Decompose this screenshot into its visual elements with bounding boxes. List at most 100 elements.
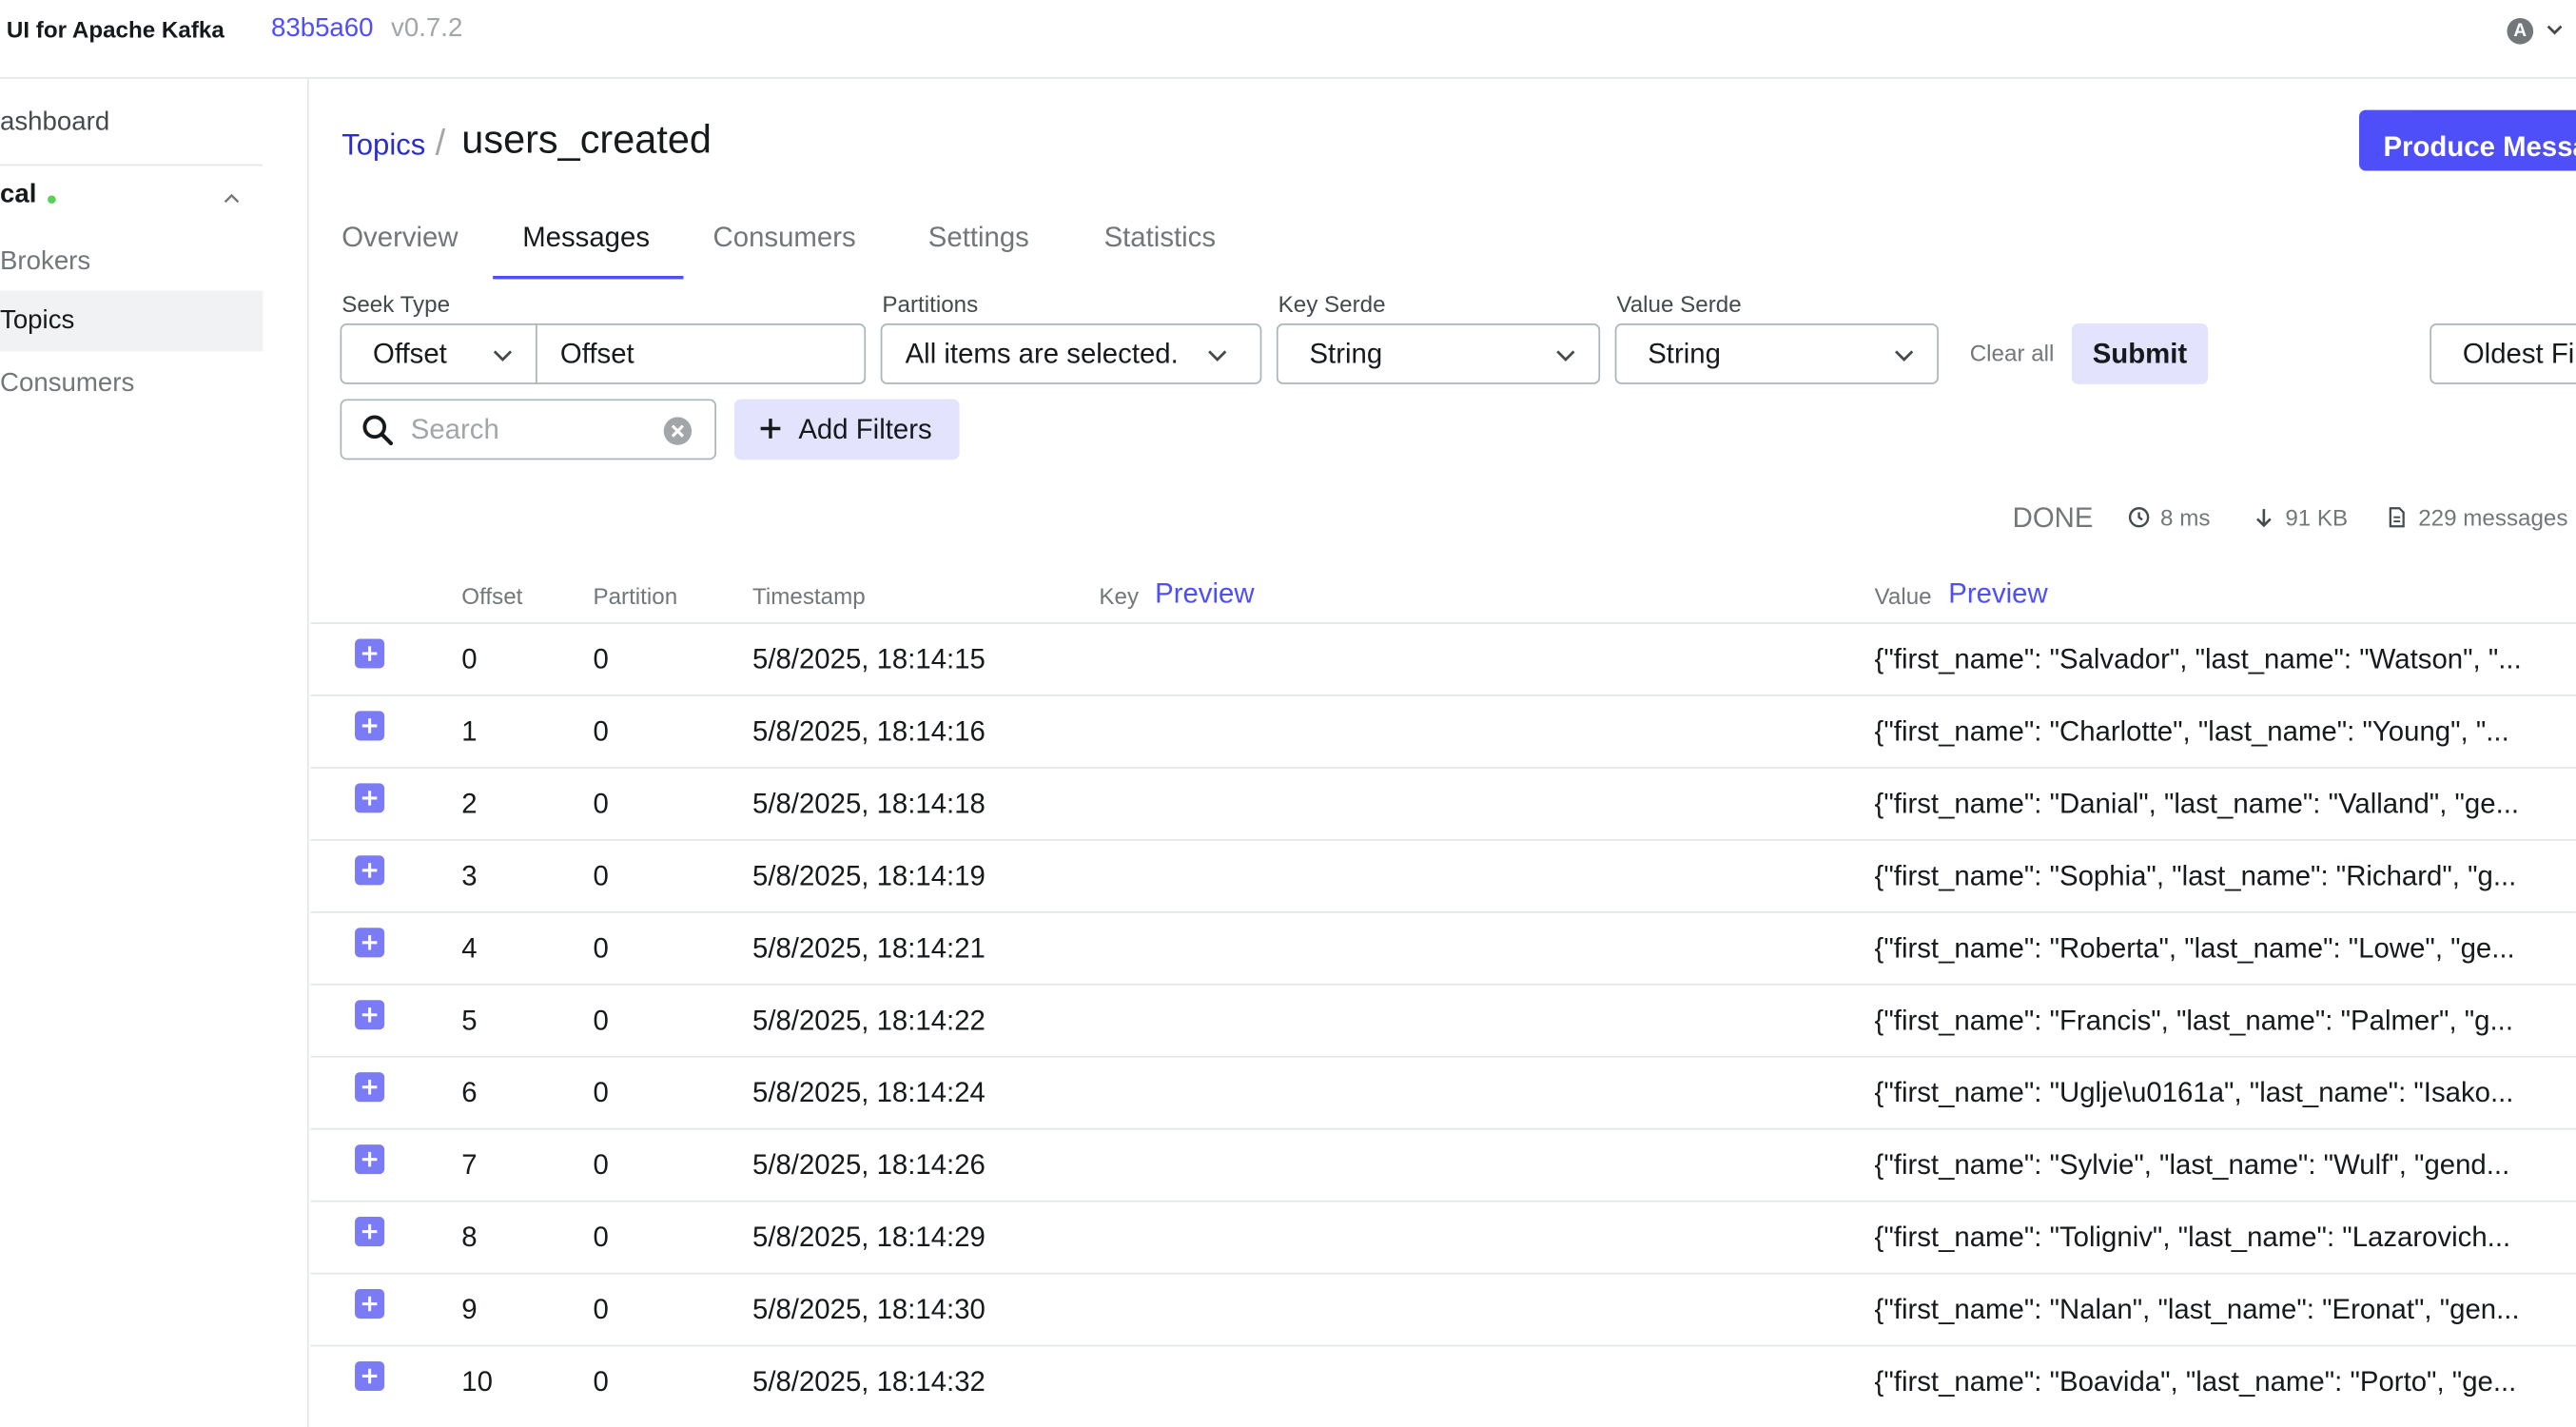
chevron-down-icon (493, 350, 513, 362)
table-row[interactable]: 0 0 5/8/2025, 18:14:15 {"first_name": "Salv… (310, 622, 2576, 694)
sidebar: ashboard cal Brokers Topics Consumers (0, 78, 309, 1427)
partitions-value: All items are selected. (905, 338, 1179, 370)
cell-partition: 0 (593, 1149, 609, 1182)
expand-row-button[interactable] (355, 638, 385, 669)
cell-partition: 0 (593, 932, 609, 965)
cell-timestamp: 5/8/2025, 18:14:15 (751, 643, 986, 675)
chevron-down-icon[interactable] (2543, 18, 2566, 41)
key-serde-label: Key Serde (1278, 290, 1386, 318)
cell-value: {"first_name": "Sylvie", "last_name": "W… (1874, 1149, 2510, 1182)
expand-row-button[interactable] (355, 855, 385, 886)
cell-value: {"first_name": "Nalan", "last_name": "Er… (1874, 1294, 2520, 1325)
app-title[interactable]: UI for Apache Kafka (7, 16, 224, 43)
sidebar-item-consumers[interactable]: Consumers (0, 353, 263, 414)
breadcrumb-topics-link[interactable]: Topics (342, 128, 425, 163)
cell-offset: 7 (461, 1149, 478, 1182)
plus-icon (361, 1296, 378, 1312)
table-row[interactable]: 1 0 5/8/2025, 18:14:16 {"first_name": "Char… (310, 694, 2576, 767)
search-placeholder: Search (410, 413, 499, 445)
value-serde-select[interactable]: String (1614, 323, 1939, 384)
cell-timestamp: 5/8/2025, 18:14:24 (751, 1077, 986, 1109)
expand-row-button[interactable] (355, 1144, 385, 1175)
expand-row-button[interactable] (355, 783, 385, 813)
order-select[interactable]: Oldest First (2430, 323, 2576, 384)
cell-offset: 0 (461, 643, 478, 675)
version-commit-link[interactable]: 83b5a60 (271, 15, 374, 45)
cell-partition: 0 (593, 788, 609, 820)
chevron-down-icon (1556, 350, 1575, 362)
expand-row-button[interactable] (355, 711, 385, 741)
seek-type-select[interactable]: Offset (340, 323, 537, 384)
cell-partition: 0 (593, 1366, 609, 1398)
search-icon (362, 415, 394, 446)
plus-icon (361, 1223, 378, 1240)
seek-type-value: Offset (373, 338, 447, 370)
tab-messages[interactable]: Messages (522, 222, 650, 255)
table-row[interactable]: 6 0 5/8/2025, 18:14:24 {"first_name": "Uglj… (310, 1055, 2576, 1128)
key-serde-select[interactable]: String (1276, 323, 1601, 384)
elapsed-time: 8 ms (2160, 503, 2211, 531)
cell-value: {"first_name": "Francis", "last_name": "… (1874, 1005, 2513, 1037)
table-row[interactable]: 7 0 5/8/2025, 18:14:26 {"first_name": "Sylv… (310, 1127, 2576, 1201)
chevron-up-icon[interactable] (220, 187, 243, 210)
sidebar-item-dashboard[interactable]: ashboard (0, 108, 109, 138)
sidebar-item-topics[interactable]: Topics (0, 290, 263, 352)
sidebar-item-brokers[interactable]: Brokers (0, 231, 263, 292)
cell-offset: 8 (461, 1222, 478, 1254)
message-count: 229 messages (2418, 503, 2568, 531)
produce-message-button[interactable]: Produce Message (2359, 109, 2576, 171)
table-row[interactable]: 5 0 5/8/2025, 18:14:22 {"first_name": "Fran… (310, 983, 2576, 1056)
chevron-down-icon (1208, 350, 1227, 362)
tab-overview[interactable]: Overview (342, 222, 458, 255)
key-preview-link[interactable]: Preview (1155, 578, 1254, 612)
cell-offset: 10 (461, 1366, 493, 1398)
search-input[interactable]: Search (340, 399, 716, 460)
value-serde-value: String (1648, 338, 1721, 370)
bytes-consumed: 91 KB (2285, 503, 2349, 531)
cluster-status-dot (48, 195, 56, 205)
table-row[interactable]: 2 0 5/8/2025, 18:14:18 {"first_name": "Dani… (310, 767, 2576, 839)
table-row[interactable]: 4 0 5/8/2025, 18:14:21 {"first_name": "Robe… (310, 910, 2576, 984)
breadcrumb-separator: / (435, 121, 446, 163)
tab-settings[interactable]: Settings (928, 222, 1029, 255)
clear-all-button[interactable]: Clear all (1970, 340, 2055, 366)
expand-row-button[interactable] (355, 928, 385, 958)
expand-row-button[interactable] (355, 1072, 385, 1103)
clock-icon (2128, 507, 2150, 528)
cell-timestamp: 5/8/2025, 18:14:19 (751, 860, 986, 892)
table-row[interactable]: 8 0 5/8/2025, 18:14:29 {"first_name": "Toli… (310, 1200, 2576, 1273)
cell-timestamp: 5/8/2025, 18:14:32 (751, 1366, 986, 1398)
add-filters-button[interactable]: Add Filters (733, 399, 960, 460)
user-avatar[interactable]: A (2507, 17, 2534, 45)
offset-input[interactable]: Offset (536, 323, 867, 384)
tab-consumers[interactable]: Consumers (713, 222, 856, 255)
table-row[interactable]: 9 0 5/8/2025, 18:14:30 {"first_name": "Nala… (310, 1272, 2576, 1345)
expand-row-button[interactable] (355, 1217, 385, 1247)
partitions-select[interactable]: All items are selected. (880, 323, 1262, 384)
clear-search-icon[interactable] (662, 416, 693, 447)
cell-timestamp: 5/8/2025, 18:14:22 (751, 1005, 986, 1037)
cell-offset: 6 (461, 1077, 478, 1109)
cell-offset: 5 (461, 1005, 478, 1037)
plus-icon (361, 1151, 378, 1167)
key-serde-value: String (1309, 338, 1383, 370)
expand-row-button[interactable] (355, 1000, 385, 1030)
expand-row-button[interactable] (355, 1360, 385, 1392)
expand-row-button[interactable] (355, 1289, 385, 1319)
table-row[interactable]: 10 0 5/8/2025, 18:14:32 {"first_name": "Boa… (310, 1344, 2576, 1417)
partitions-label: Partitions (882, 290, 979, 318)
cluster-name[interactable]: cal (0, 181, 36, 210)
table-row[interactable]: 3 0 5/8/2025, 18:14:19 {"first_name": "Soph… (310, 839, 2576, 911)
cell-value: {"first_name": "Salvador", "last_name": … (1874, 643, 2522, 675)
chevron-down-icon (1895, 350, 1914, 362)
value-serde-label: Value Serde (1616, 290, 1742, 318)
plus-icon (760, 419, 781, 439)
column-header-partition: Partition (593, 582, 678, 610)
submit-button[interactable]: Submit (2071, 323, 2209, 384)
tab-statistics[interactable]: Statistics (1104, 222, 1216, 255)
cell-value: {"first_name": "Charlotte", "last_name":… (1874, 715, 2509, 748)
value-preview-link[interactable]: Preview (1948, 578, 2047, 612)
cell-partition: 0 (593, 1005, 609, 1037)
plus-icon (361, 646, 378, 661)
cell-timestamp: 5/8/2025, 18:14:29 (751, 1222, 986, 1254)
